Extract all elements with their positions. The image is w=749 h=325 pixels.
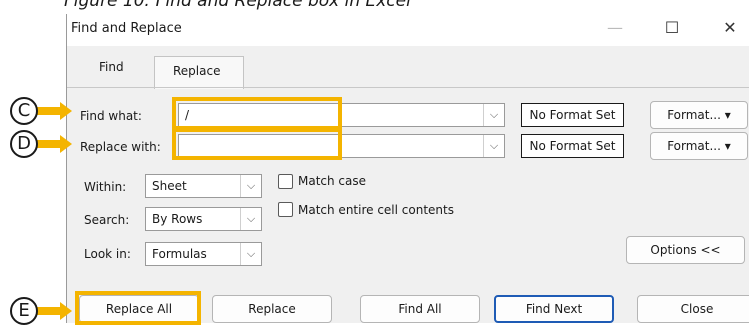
find-all-button[interactable]: Find All: [360, 295, 480, 323]
match-case-checkbox[interactable]: [278, 174, 293, 189]
find-format-button[interactable]: Format... ▾: [650, 101, 748, 129]
match-entire-label: Match entire cell contents: [298, 203, 454, 217]
replace-button[interactable]: Replace: [212, 295, 332, 323]
look-in-value: Formulas: [152, 247, 207, 261]
find-what-label: Find what:: [80, 109, 142, 123]
search-value: By Rows: [152, 212, 203, 226]
minimize-icon[interactable]: —: [600, 18, 630, 37]
close-icon[interactable]: ✕: [715, 18, 745, 37]
tab-find[interactable]: Find: [99, 60, 124, 74]
find-replace-dialog: Find and Replace — ☐ ✕ Find Replace Find…: [66, 14, 749, 323]
maximize-icon[interactable]: ☐: [657, 18, 687, 37]
match-case-label: Match case: [298, 174, 367, 188]
find-next-button[interactable]: Find Next: [494, 295, 614, 323]
tab-strip: Find Replace: [67, 46, 749, 89]
replace-format-status: No Format Set: [521, 134, 624, 158]
look-in-select[interactable]: Formulas ⌵: [145, 242, 262, 266]
replace-with-highlight: [172, 128, 342, 160]
replace-all-highlight: [75, 291, 201, 325]
arrow-c-head: [60, 102, 72, 120]
title-bar: Find and Replace — ☐ ✕: [67, 14, 749, 46]
arrow-e-head: [60, 302, 72, 320]
close-button[interactable]: Close: [637, 295, 749, 323]
match-entire-checkbox[interactable]: [278, 202, 293, 217]
look-in-label: Look in:: [84, 247, 131, 261]
annotation-d: D: [10, 130, 38, 158]
replace-format-label: Format...: [667, 139, 721, 153]
annotation-e: E: [10, 297, 38, 325]
within-select[interactable]: Sheet ⌵: [145, 174, 262, 198]
tab-replace[interactable]: Replace: [154, 56, 244, 89]
replace-format-button[interactable]: Format... ▾: [650, 132, 748, 160]
search-label: Search:: [84, 213, 130, 227]
chevron-down-icon[interactable]: ⌵: [240, 243, 261, 265]
replace-with-label: Replace with:: [80, 140, 161, 154]
tab-replace-label: Replace: [173, 64, 221, 78]
dialog-title: Find and Replace: [71, 21, 182, 36]
chevron-down-icon[interactable]: ⌵: [240, 175, 261, 197]
find-format-status: No Format Set: [521, 103, 624, 127]
find-what-highlight: [172, 97, 342, 130]
figure-caption: Figure 10: Find and Replace box in Excel: [64, 0, 411, 11]
chevron-down-icon[interactable]: ⌵: [483, 135, 504, 157]
dropdown-icon: ▾: [724, 108, 731, 122]
within-label: Within:: [84, 180, 127, 194]
arrow-d-shaft: [36, 140, 62, 148]
tab-divider: [67, 87, 749, 88]
chevron-down-icon[interactable]: ⌵: [240, 208, 261, 230]
options-button[interactable]: Options <<: [626, 236, 745, 264]
dropdown-icon: ▾: [724, 139, 731, 153]
arrow-c-shaft: [36, 107, 62, 115]
chevron-down-icon[interactable]: ⌵: [483, 104, 504, 126]
arrow-e-shaft: [36, 307, 62, 315]
within-value: Sheet: [152, 179, 187, 193]
find-format-label: Format...: [667, 108, 721, 122]
arrow-d-head: [60, 135, 72, 153]
search-select[interactable]: By Rows ⌵: [145, 207, 262, 231]
annotation-c: C: [10, 97, 38, 125]
